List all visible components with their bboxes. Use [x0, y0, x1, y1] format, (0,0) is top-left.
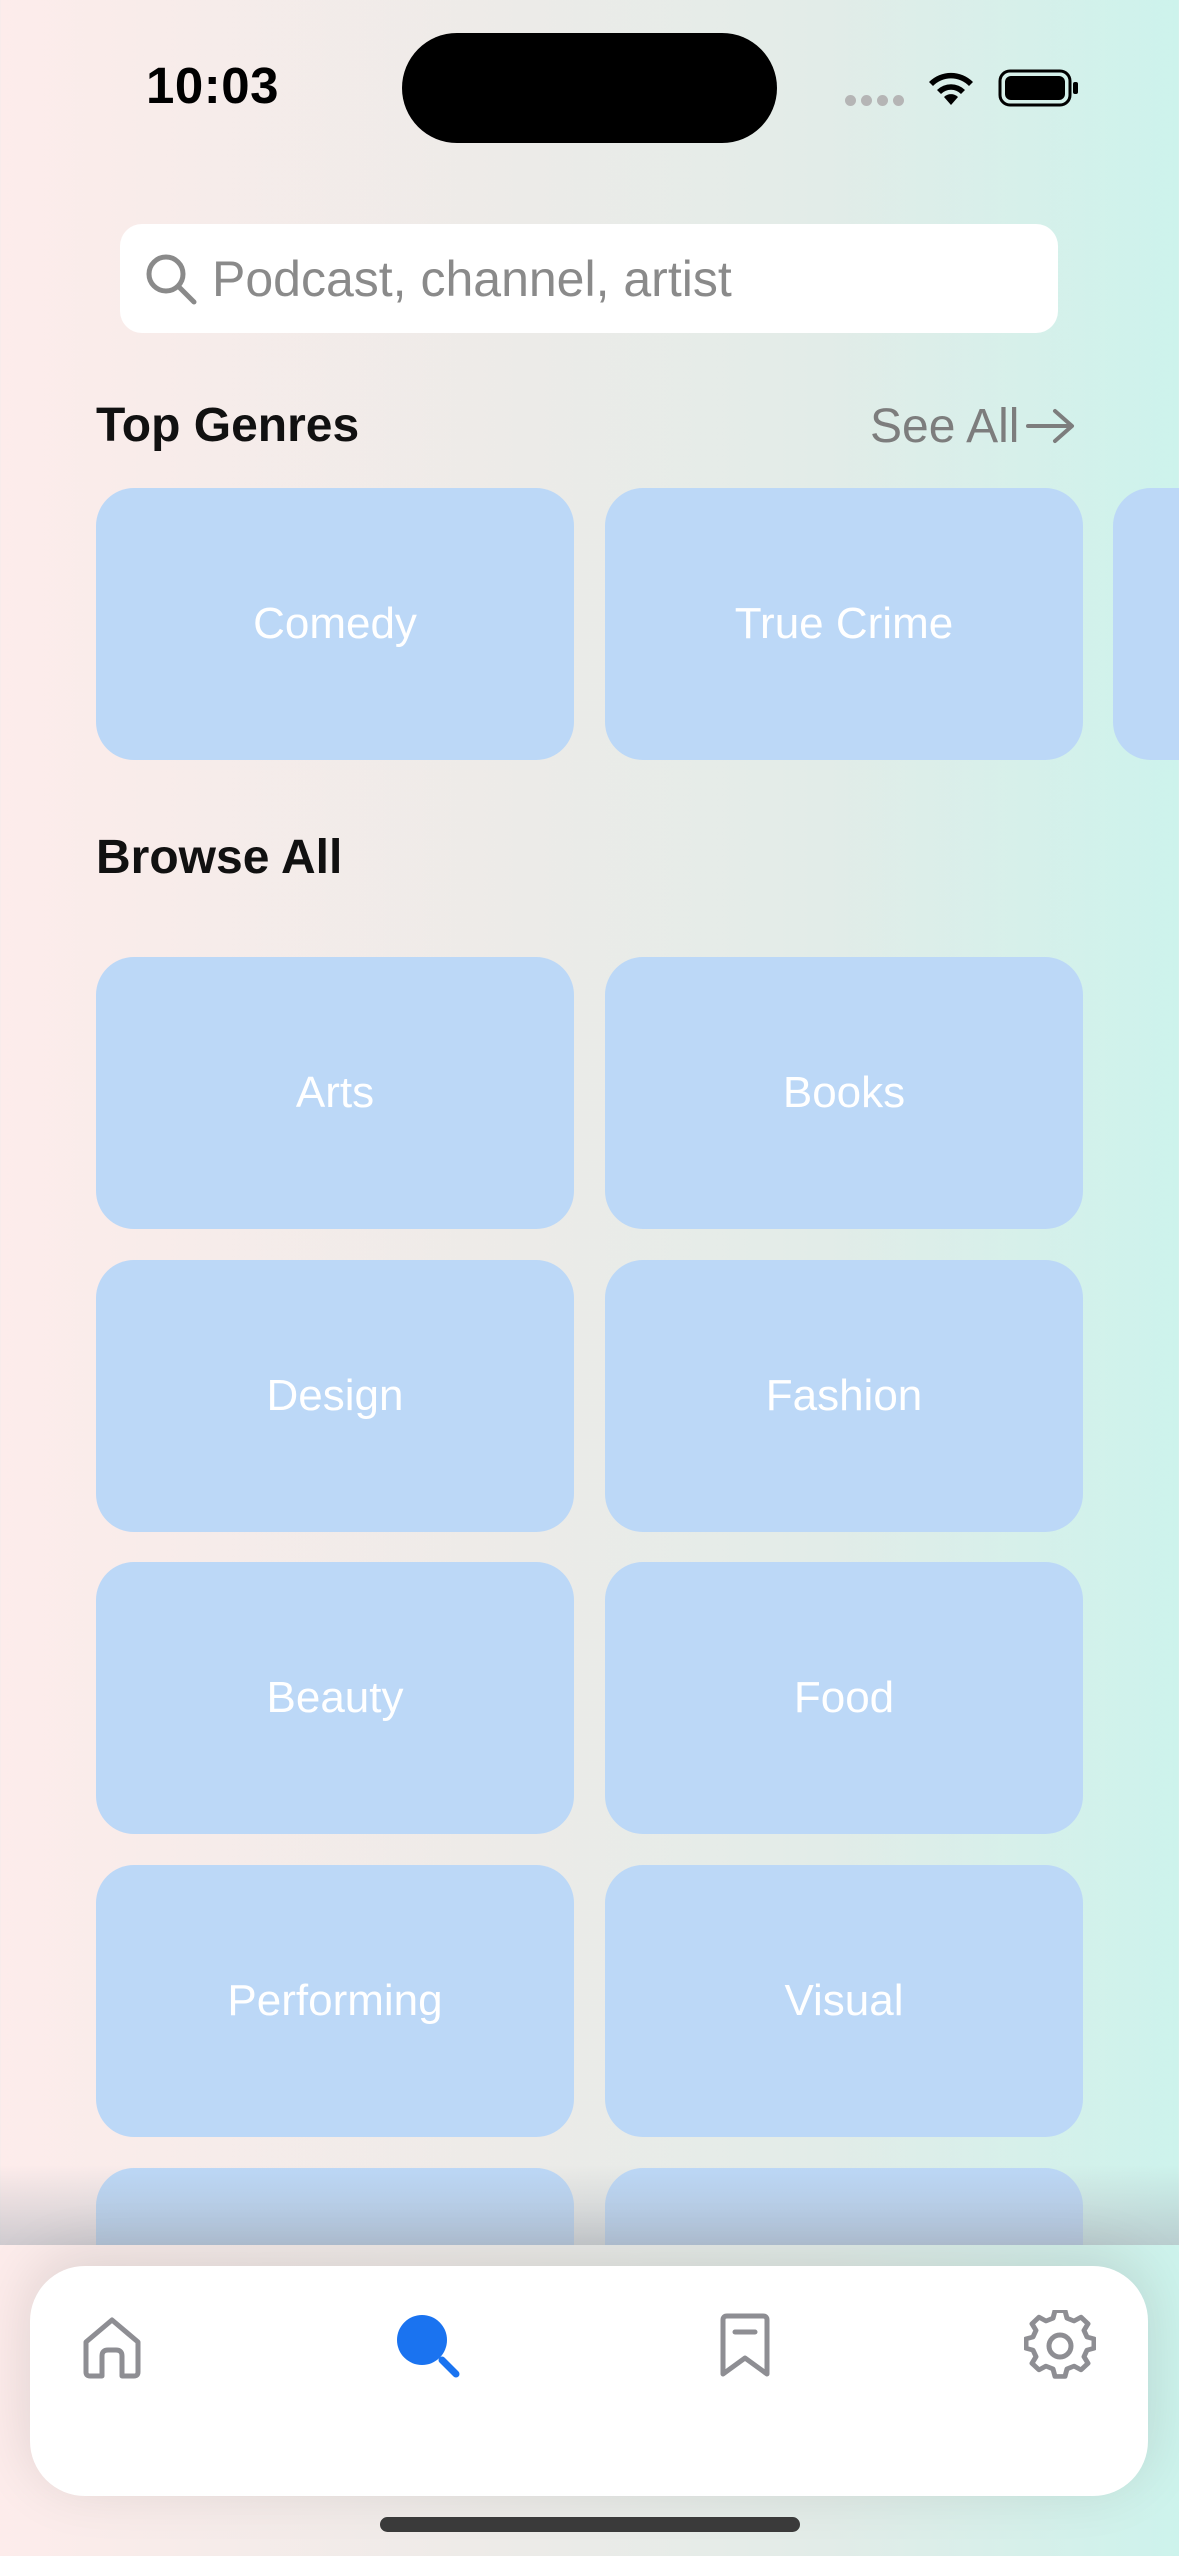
category-tile[interactable]: Beauty [96, 1562, 574, 1834]
category-tile-label: Books [782, 1068, 906, 1117]
home-icon [83, 2317, 141, 2379]
search-icon [397, 2315, 460, 2378]
search-icon [146, 254, 197, 305]
search-input[interactable] [212, 224, 1032, 333]
category-tile[interactable]: Fashion [605, 1260, 1083, 1532]
genre-tile-label: Comedy [253, 599, 417, 648]
tab-home[interactable] [72, 2306, 152, 2386]
category-tile[interactable]: Food [605, 1562, 1083, 1834]
battery-icon [998, 69, 1078, 107]
tab-settings[interactable] [1020, 2306, 1100, 2386]
category-tile-label: Beauty [266, 1673, 404, 1722]
top-genres-title: Top Genres [96, 399, 360, 452]
home-indicator [380, 2517, 800, 2532]
tab-saved[interactable] [705, 2306, 785, 2386]
status-bar: 10:03 [0, 0, 1179, 170]
genre-tile-partial[interactable] [1113, 488, 1179, 760]
category-tile[interactable]: Design [96, 1260, 574, 1532]
genre-tile[interactable]: Comedy [96, 488, 574, 760]
tab-bar [30, 2266, 1148, 2496]
see-all-label: See All [870, 399, 1020, 453]
tab-search[interactable] [388, 2306, 468, 2386]
category-tile[interactable]: Arts [96, 957, 574, 1229]
arrow-right-icon [1026, 409, 1075, 443]
dynamic-island [402, 33, 777, 143]
cellular-signal-icon [845, 95, 905, 107]
see-all-link[interactable]: See All [870, 396, 1077, 456]
category-tile[interactable]: Performing [96, 1865, 574, 2137]
category-tile-label: Visual [784, 1976, 904, 2025]
category-tile-label: Food [793, 1673, 895, 1722]
category-tile[interactable]: Books [605, 957, 1083, 1229]
wifi-icon [929, 72, 973, 105]
search-bar[interactable] [120, 224, 1058, 333]
category-tile[interactable]: Visual [605, 1865, 1083, 2137]
category-tile-label: Performing [227, 1976, 443, 2025]
category-tile-label: Fashion [765, 1371, 923, 1420]
bookmark-icon [720, 2313, 770, 2377]
category-tile-label: Design [266, 1371, 404, 1420]
category-tile-label: Arts [295, 1068, 375, 1117]
genre-tile-label: True Crime [734, 599, 954, 648]
browse-all-title: Browse All [96, 831, 343, 884]
gear-icon [1024, 2310, 1096, 2379]
genre-tile[interactable]: True Crime [605, 488, 1083, 760]
status-time: 10:03 [146, 57, 279, 114]
